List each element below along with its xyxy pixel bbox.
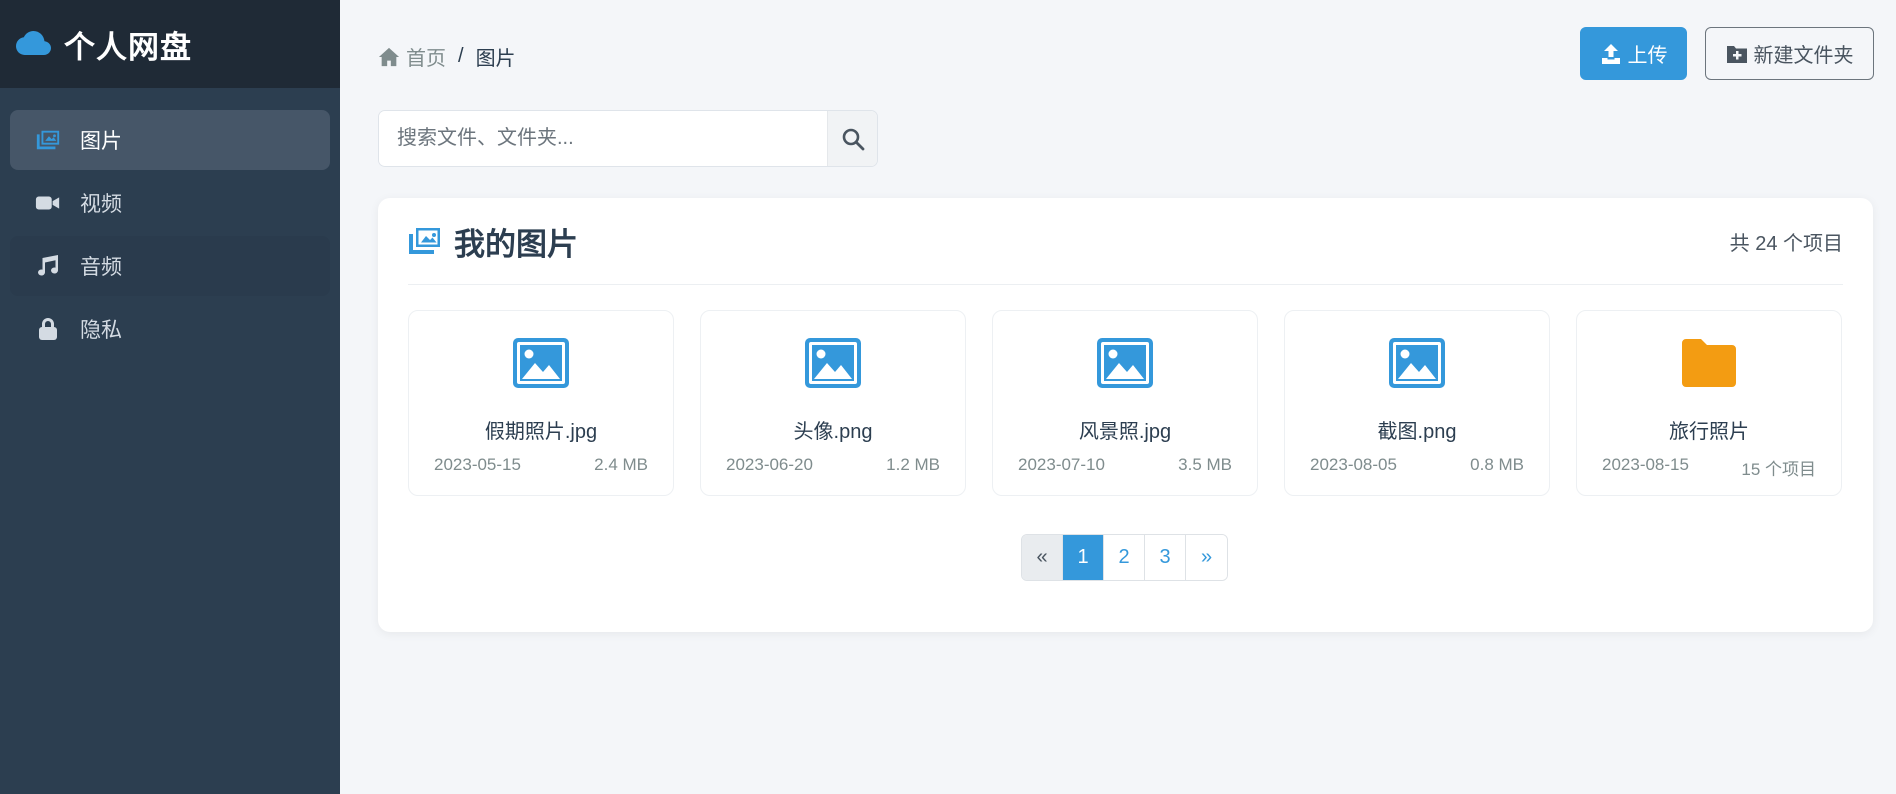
- folder-card[interactable]: 旅行照片 2023-08-15 15 个项目: [1576, 310, 1842, 496]
- sidebar-item-privacy[interactable]: 隐私: [10, 299, 330, 359]
- sidebar-item-label: 图片: [80, 130, 122, 153]
- file-card[interactable]: 头像.png 2023-06-20 1.2 MB: [700, 310, 966, 496]
- image-file-icon: [409, 337, 673, 389]
- folder-icon: [1577, 337, 1841, 389]
- sidebar-item-audio[interactable]: 音频: [10, 236, 330, 296]
- images-icon: [409, 228, 440, 254]
- file-name: 风景照.jpg: [1078, 421, 1172, 443]
- cloud-icon: [14, 29, 52, 59]
- panel-title-text: 我的图片: [454, 226, 578, 262]
- file-date: 2023-08-15: [1602, 455, 1689, 474]
- music-icon: [34, 252, 62, 280]
- file-name: 头像.png: [793, 421, 873, 443]
- file-meta: 2023-06-20 1.2 MB: [726, 455, 940, 475]
- sidebar-item-label: 音频: [80, 256, 122, 279]
- app-title: 个人网盘: [64, 29, 192, 65]
- page-2-button[interactable]: 2: [1104, 535, 1145, 580]
- breadcrumb-separator: /: [458, 45, 464, 67]
- file-meta: 2023-08-05 0.8 MB: [1310, 455, 1524, 475]
- files-panel: 我的图片 共 24 个项目 假期照片.jpg 2023-05-15 2.4 MB…: [378, 198, 1873, 632]
- panel-header: 我的图片 共 24 个项目: [408, 198, 1843, 285]
- upload-icon: [1601, 43, 1620, 64]
- sidebar-item-video[interactable]: 视频: [10, 173, 330, 233]
- search-bar: [378, 110, 878, 167]
- images-icon: [34, 126, 62, 154]
- sidebar-item-label: 隐私: [80, 319, 122, 342]
- page-3-button[interactable]: 3: [1145, 535, 1186, 580]
- prev-page-button[interactable]: «: [1022, 535, 1063, 580]
- file-size: 0.8 MB: [1470, 455, 1524, 474]
- file-grid: 假期照片.jpg 2023-05-15 2.4 MB 头像.png 2023-0…: [408, 310, 1842, 496]
- file-date: 2023-05-15: [434, 455, 521, 474]
- file-card[interactable]: 风景照.jpg 2023-07-10 3.5 MB: [992, 310, 1258, 496]
- file-meta: 2023-08-15 15 个项目: [1602, 455, 1816, 480]
- file-size: 1.2 MB: [886, 455, 940, 474]
- new-folder-button[interactable]: 新建文件夹: [1705, 27, 1874, 80]
- upload-button-label: 上传: [1627, 45, 1668, 67]
- search-icon: [842, 128, 864, 150]
- file-date: 2023-07-10: [1018, 455, 1105, 474]
- file-date: 2023-06-20: [726, 455, 813, 474]
- image-file-icon: [993, 337, 1257, 389]
- new-folder-button-label: 新建文件夹: [1753, 45, 1854, 67]
- breadcrumb-current: 图片: [475, 48, 516, 70]
- lock-icon: [34, 315, 62, 343]
- panel-title: 我的图片: [408, 219, 578, 264]
- file-card[interactable]: 假期照片.jpg 2023-05-15 2.4 MB: [408, 310, 674, 496]
- search-button[interactable]: [827, 111, 877, 166]
- next-page-button[interactable]: »: [1186, 535, 1227, 580]
- sidebar-item-images[interactable]: 图片: [10, 110, 330, 170]
- file-name: 截图.png: [1377, 421, 1457, 443]
- file-date: 2023-08-05: [1310, 455, 1397, 474]
- pagination: « 1 2 3 »: [1021, 534, 1228, 581]
- folder-name: 旅行照片: [1669, 421, 1749, 443]
- image-file-icon: [1285, 337, 1549, 389]
- search-input[interactable]: [379, 111, 827, 166]
- sidebar: 个人网盘 图片 视频 音频 隐私: [0, 0, 340, 794]
- file-card[interactable]: 截图.png 2023-08-05 0.8 MB: [1284, 310, 1550, 496]
- file-size: 3.5 MB: [1178, 455, 1232, 474]
- file-name: 假期照片.jpg: [484, 421, 598, 443]
- video-icon: [34, 189, 62, 217]
- page-1-button[interactable]: 1: [1063, 535, 1104, 580]
- folder-plus-icon: [1726, 45, 1747, 63]
- file-meta: 2023-07-10 3.5 MB: [1018, 455, 1232, 475]
- home-icon: [378, 47, 400, 66]
- breadcrumb: 首页 / 图片: [378, 42, 516, 71]
- sidebar-item-label: 视频: [80, 193, 122, 216]
- file-size: 2.4 MB: [594, 455, 648, 474]
- file-size: 15 个项目: [1741, 460, 1816, 479]
- file-meta: 2023-05-15 2.4 MB: [434, 455, 648, 475]
- image-file-icon: [701, 337, 965, 389]
- breadcrumb-home-link[interactable]: 首页: [406, 42, 446, 71]
- sidebar-nav: 图片 视频 音频 隐私: [0, 88, 340, 359]
- item-count: 共 24 个项目: [1729, 232, 1843, 255]
- upload-button[interactable]: 上传: [1580, 27, 1687, 80]
- brand: 个人网盘: [0, 0, 340, 88]
